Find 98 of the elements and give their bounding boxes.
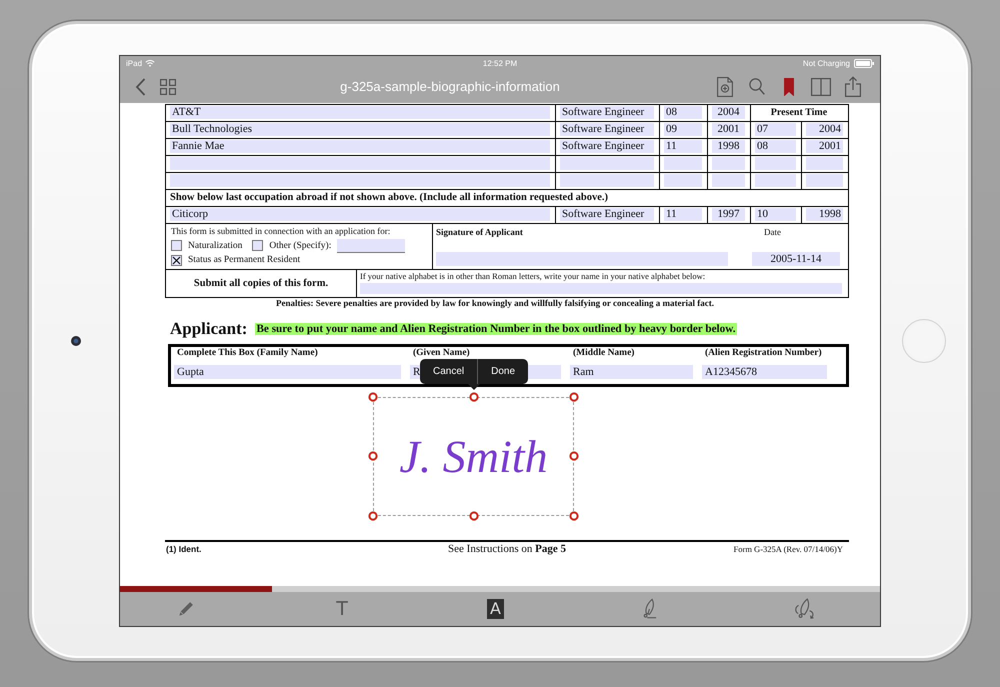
text-field[interactable]: Software Engineer <box>560 208 654 221</box>
text-field[interactable] <box>755 157 796 170</box>
thumbnails-button[interactable] <box>160 78 176 94</box>
text-field[interactable]: 1998 <box>806 208 843 221</box>
share-icon <box>845 76 861 97</box>
pencil-icon <box>178 600 194 617</box>
pen-nib-icon <box>640 598 657 620</box>
text-field[interactable] <box>712 157 745 170</box>
text-box-tool-button[interactable]: A <box>487 598 504 618</box>
text-field[interactable]: Ram <box>570 364 693 378</box>
resize-handle-icon[interactable] <box>569 451 579 461</box>
checkbox[interactable] <box>171 240 182 251</box>
text-field[interactable]: 09 <box>664 123 702 136</box>
resize-handle-icon[interactable] <box>468 392 478 402</box>
back-button[interactable] <box>135 78 146 96</box>
text-field[interactable] <box>712 174 745 187</box>
front-camera-icon <box>71 336 81 346</box>
field-label: Date <box>763 226 781 236</box>
checkbox-label: Status as Permanent Resident <box>188 255 300 265</box>
text-field[interactable]: 07 <box>755 123 796 136</box>
text-field[interactable]: Gupta <box>174 364 401 378</box>
text-field[interactable]: A12345678 <box>702 364 827 378</box>
text-field[interactable]: 2004 <box>806 123 843 136</box>
text-field[interactable] <box>337 238 406 252</box>
back-icon <box>135 78 146 96</box>
search-button[interactable] <box>747 78 767 95</box>
wifi-icon <box>145 59 156 67</box>
checkbox[interactable] <box>252 240 264 251</box>
menu-button[interactable]: Cancel <box>420 358 478 384</box>
resize-handle-icon[interactable] <box>368 510 378 520</box>
signature-text: J. Smith <box>399 430 548 482</box>
text-field[interactable]: Software Engineer <box>560 140 654 153</box>
text-field[interactable]: 2001 <box>806 140 843 153</box>
text-field[interactable]: 1997 <box>712 208 745 221</box>
form-revision: Form G-325A (Rev. 07/14/06)Y <box>734 544 843 554</box>
pen-arrow-icon <box>794 598 816 620</box>
checkbox[interactable] <box>171 254 182 266</box>
column-header: Present Time <box>770 107 828 118</box>
text-field[interactable] <box>664 157 702 170</box>
text-field[interactable] <box>170 174 550 187</box>
footer-instructions: See Instructions on Page 5 <box>448 542 566 554</box>
text-field[interactable]: 2004 <box>712 106 745 119</box>
text-field[interactable] <box>560 157 654 170</box>
checkbox-label: Naturalization <box>188 240 242 250</box>
text-field[interactable]: 11 <box>664 140 702 153</box>
text-field[interactable]: AT&T <box>170 106 550 119</box>
resize-handle-icon[interactable] <box>569 392 579 402</box>
date-field[interactable]: 2005-11-14 <box>752 252 840 266</box>
search-icon <box>749 78 765 95</box>
text-field[interactable]: 2001 <box>712 123 745 136</box>
highlighted-notice: Be sure to put your name and Alien Registration Number in the box outlined by heavy border below. <box>255 322 737 334</box>
resize-handle-icon[interactable] <box>468 510 478 520</box>
field-label: Complete This Box (Family Name) <box>176 348 318 358</box>
grid-icon <box>160 78 176 94</box>
text-field[interactable] <box>806 157 843 170</box>
battery-icon <box>854 58 874 68</box>
reading-view-button[interactable] <box>811 78 831 96</box>
text-field[interactable] <box>755 174 796 187</box>
page-plus-icon <box>717 76 733 96</box>
document-title: g-325a-sample-biographic-information <box>339 79 561 94</box>
section-heading: Applicant: <box>170 318 248 338</box>
charging-status: Not Charging <box>802 58 850 68</box>
text-field[interactable] <box>560 174 654 187</box>
device-name: iPad <box>126 58 142 68</box>
menu-button[interactable]: Done <box>477 358 528 384</box>
form-prompt: This form is submitted in connection with an application for: <box>171 226 390 236</box>
resize-handle-icon[interactable] <box>569 510 579 520</box>
field-label: (Middle Name) <box>572 348 634 358</box>
field-label: (Alien Registration Number) <box>704 348 822 358</box>
share-button[interactable] <box>843 76 863 97</box>
checkbox-label: Other (Specify): <box>269 240 332 250</box>
field-label: (Given Name) <box>412 348 470 358</box>
text-field[interactable]: 1998 <box>712 140 745 153</box>
text-field[interactable] <box>170 157 550 170</box>
text-field[interactable] <box>360 282 842 294</box>
text-field[interactable]: Fannie Mae <box>170 140 550 153</box>
field-label: Signature of Applicant <box>436 226 523 236</box>
text-field[interactable]: 11 <box>664 208 702 221</box>
section-note: Show below last occupation abroad if not shown above. (Include all information requested above.) <box>170 192 608 203</box>
book-icon <box>811 78 831 96</box>
text-field[interactable]: Citicorp <box>170 208 550 221</box>
text-field[interactable]: 08 <box>755 140 796 153</box>
penalty-notice: Penalties: Severe penalties are provided by law for knowingly and willfully falsifying or concealing a material fact. <box>276 298 714 308</box>
add-page-button[interactable] <box>715 76 735 96</box>
signature-field[interactable] <box>436 252 728 266</box>
text-field[interactable]: 08 <box>664 106 702 119</box>
clock-time: 12:52 PM <box>482 58 518 68</box>
resize-handle-icon[interactable] <box>368 392 378 402</box>
footer-label: (1) Ident. <box>165 544 202 554</box>
text-field[interactable]: Software Engineer <box>560 123 654 136</box>
text-field[interactable]: Software Engineer <box>560 106 654 119</box>
resize-handle-icon[interactable] <box>368 451 378 461</box>
text-field[interactable] <box>806 174 843 187</box>
form-prompt: If your native alphabet is in other than Roman letters, write your name in your native alphabet below: <box>360 270 706 280</box>
text-field[interactable]: Bull Technologies <box>170 123 550 136</box>
submit-note: Submit all copies of this form. <box>194 278 328 288</box>
text-field[interactable] <box>664 174 702 187</box>
text-field[interactable]: 10 <box>755 208 796 221</box>
